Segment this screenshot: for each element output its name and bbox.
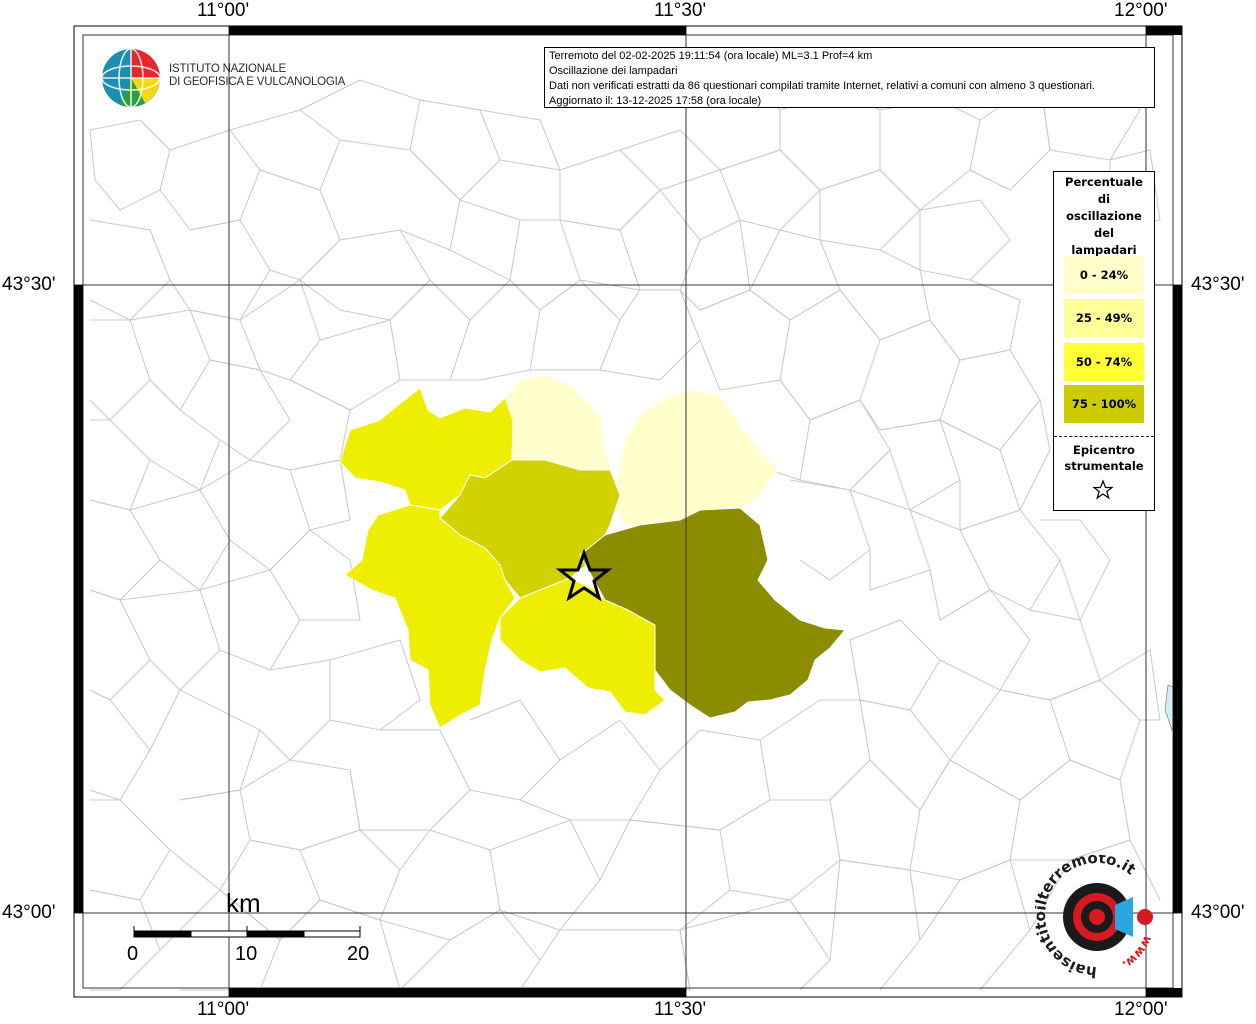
legend-separator: [1054, 436, 1154, 437]
event-info-box: Terremoto del 02-02-2025 19:11:54 (ora l…: [544, 47, 1155, 108]
data-note: Dati non verificati estratti da 86 quest…: [549, 80, 1095, 92]
legend-epicenter-line: Epicentro: [1073, 443, 1135, 457]
lat-label-left-4330: 43°30': [2, 274, 56, 295]
map-subject: Oscillazione dei lampadari: [549, 65, 678, 77]
lon-label-bottom-1130: 11°30': [654, 999, 707, 1020]
ingv-logo: ISTITUTO NAZIONALE DI GEOFISICA E VULCAN…: [100, 47, 345, 111]
lat-label-right-4300: 43°00': [1191, 902, 1245, 923]
scale-tick-0: 0: [127, 943, 139, 965]
legend-title: Percentuale di oscillazione del lampadar…: [1054, 174, 1154, 259]
legend-class-label: 0 - 24%: [1079, 268, 1129, 282]
logo-line-1: ISTITUTO NAZIONALE: [169, 63, 286, 75]
legend-class-25-49: 25 - 49%: [1064, 299, 1144, 337]
scale-tick-20: 20: [347, 943, 370, 965]
lon-label-bottom-1100: 11°00': [197, 999, 250, 1020]
legend-title-line: del: [1094, 226, 1114, 240]
hai-sentito-logo: haisentitoilterremoto.it www.: [1035, 855, 1155, 980]
legend-star-icon: [1092, 479, 1114, 500]
legend-class-50-74: 50 - 74%: [1064, 343, 1144, 381]
legend-class-label: 75 - 100%: [1071, 397, 1137, 411]
ingv-globe-icon: [101, 48, 161, 108]
scale-tick-10: 10: [235, 943, 258, 965]
legend: Percentuale di oscillazione del lampadar…: [1053, 171, 1155, 511]
legend-class-label: 50 - 74%: [1075, 355, 1133, 369]
legend-epicenter-line: strumentale: [1064, 459, 1144, 473]
update-timestamp: Aggiornato il: 13-12-2025 17:58 (ora loc…: [549, 95, 762, 107]
hst-logo-url: www.: [1120, 934, 1155, 972]
legend-class-75-100: 75 - 100%: [1064, 385, 1144, 423]
lon-label-top-1100: 11°00': [197, 0, 250, 21]
legend-epicenter-label: Epicentro strumentale: [1054, 442, 1154, 474]
logo-line-2: DI GEOFISICA E VULCANOLOGIA: [169, 76, 346, 88]
lon-label-bottom-1200: 12°00': [1114, 999, 1168, 1020]
legend-title-line: Percentuale: [1065, 175, 1143, 189]
lat-label-left-4300: 43°00': [2, 902, 56, 923]
legend-class-0-24: 0 - 24%: [1064, 256, 1144, 294]
scale-unit-label: km: [226, 888, 261, 918]
lon-label-top-1130: 11°30': [654, 0, 707, 21]
legend-class-label: 25 - 49%: [1075, 311, 1133, 325]
lon-label-top-1200: 12°00': [1114, 0, 1168, 21]
event-title: Terremoto del 02-02-2025 19:11:54 (ora l…: [549, 50, 873, 62]
legend-title-line: di: [1097, 192, 1111, 206]
lat-label-right-4330: 43°30': [1191, 274, 1245, 295]
legend-title-line: oscillazione: [1066, 209, 1142, 223]
